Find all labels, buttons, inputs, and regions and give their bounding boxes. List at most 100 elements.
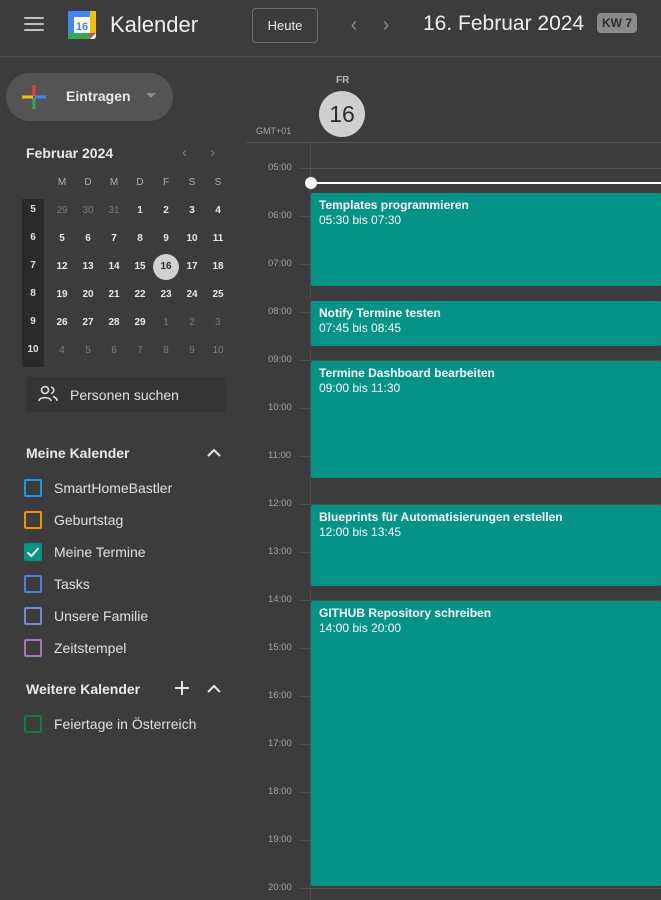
my-calendars-title: Meine Kalender xyxy=(26,445,130,461)
mini-calendar-day[interactable]: 9 xyxy=(153,226,179,252)
mini-next-month-icon[interactable]: › xyxy=(210,144,215,161)
weekday-header: F xyxy=(162,177,170,188)
mini-calendar-day[interactable]: 12 xyxy=(49,254,75,280)
today-button[interactable]: Heute xyxy=(252,8,318,43)
mini-calendar-day[interactable]: 11 xyxy=(205,226,231,252)
mini-calendar-day[interactable]: 18 xyxy=(205,254,231,280)
mini-calendar-day[interactable]: 7 xyxy=(127,338,153,364)
week-number[interactable]: 8 xyxy=(22,288,44,299)
week-number[interactable]: 9 xyxy=(22,316,44,327)
current-time-line xyxy=(310,182,661,184)
mini-calendar-day[interactable]: 28 xyxy=(101,310,127,336)
mini-calendar-day[interactable]: 4 xyxy=(205,198,231,224)
mini-calendar-day[interactable]: 6 xyxy=(101,338,127,364)
mini-calendar-week: 6 5 6 7 8 9 10 11 xyxy=(22,226,232,254)
mini-calendar-day-selected[interactable]: 16 xyxy=(153,254,179,280)
calendar-event[interactable]: GITHUB Repository schreiben 14:00 bis 20:… xyxy=(311,601,661,886)
hour-label: 16:00 xyxy=(268,690,292,701)
mini-calendar-day[interactable]: 5 xyxy=(75,338,101,364)
mini-calendar-day[interactable]: 23 xyxy=(153,282,179,308)
mini-calendar-day[interactable]: 3 xyxy=(179,198,205,224)
calendar-item[interactable]: Meine Termine xyxy=(24,541,224,563)
mini-calendar-day[interactable]: 14 xyxy=(101,254,127,280)
week-number[interactable]: 6 xyxy=(22,232,44,243)
calendar-item[interactable]: Tasks xyxy=(24,573,224,595)
collapse-my-calendars-icon[interactable] xyxy=(207,448,221,458)
main-menu-icon[interactable] xyxy=(24,17,44,33)
calendar-item[interactable]: SmartHomeBastler xyxy=(24,477,224,499)
mini-calendar-day[interactable]: 2 xyxy=(153,198,179,224)
people-search-label: Personen suchen xyxy=(70,387,179,403)
mini-calendar-day[interactable]: 10 xyxy=(205,338,231,364)
next-day-icon[interactable]: › xyxy=(377,14,395,37)
event-time: 05:30 bis 07:30 xyxy=(319,213,402,227)
mini-calendar-week: 8 19 20 21 22 23 24 25 xyxy=(22,282,232,310)
checkbox-icon[interactable] xyxy=(24,575,42,593)
calendar-event[interactable]: Templates programmieren 05:30 bis 07:30 xyxy=(311,193,661,286)
mini-calendar-day[interactable]: 24 xyxy=(179,282,205,308)
previous-day-icon[interactable]: ‹ xyxy=(345,14,363,37)
calendar-event[interactable]: Termine Dashboard bearbeiten 09:00 bis 11… xyxy=(311,361,661,478)
calendar-item[interactable]: Zeitstempel xyxy=(24,637,224,659)
checkbox-icon[interactable] xyxy=(24,715,42,733)
calendar-label: Unsere Familie xyxy=(54,608,149,624)
people-search-field[interactable]: Personen suchen xyxy=(26,377,226,412)
checkbox-icon[interactable] xyxy=(24,607,42,625)
calendar-item[interactable]: Feiertage in Österreich xyxy=(24,713,224,735)
calendar-event[interactable]: Blueprints für Automatisierungen erstell… xyxy=(311,505,661,586)
calendar-item[interactable]: Geburtstag xyxy=(24,509,224,531)
day-number[interactable]: 16 xyxy=(319,91,365,137)
mini-calendar-day[interactable]: 8 xyxy=(127,226,153,252)
mini-calendar-day[interactable]: 7 xyxy=(101,226,127,252)
mini-calendar-day[interactable]: 8 xyxy=(153,338,179,364)
mini-calendar-day[interactable]: 21 xyxy=(101,282,127,308)
mini-calendar-day[interactable]: 30 xyxy=(75,198,101,224)
mini-calendar-day[interactable]: 29 xyxy=(49,198,75,224)
collapse-other-calendars-icon[interactable] xyxy=(207,684,221,694)
mini-prev-month-icon[interactable]: ‹ xyxy=(182,144,187,161)
mini-calendar-day[interactable]: 13 xyxy=(75,254,101,280)
add-calendar-icon[interactable] xyxy=(175,681,189,695)
mini-calendar-day[interactable]: 9 xyxy=(179,338,205,364)
calendar-logo-icon: 16 xyxy=(68,11,96,39)
mini-calendar-day[interactable]: 2 xyxy=(179,310,205,336)
checkbox-icon[interactable] xyxy=(24,479,42,497)
event-time: 09:00 bis 11:30 xyxy=(319,381,401,395)
week-number[interactable]: 10 xyxy=(22,344,44,355)
hour-label: 13:00 xyxy=(268,546,292,557)
hour-label: 12:00 xyxy=(268,498,292,509)
mini-calendar-day[interactable]: 5 xyxy=(49,226,75,252)
mini-calendar-day[interactable]: 15 xyxy=(127,254,153,280)
mini-calendar-day[interactable]: 1 xyxy=(127,198,153,224)
checkbox-checked-icon[interactable] xyxy=(24,543,42,561)
weekday-header: S xyxy=(188,177,196,188)
week-number[interactable]: 5 xyxy=(22,204,44,215)
calendar-event[interactable]: Notify Termine testen 07:45 bis 08:45 xyxy=(311,301,661,346)
mini-calendar-day[interactable]: 3 xyxy=(205,310,231,336)
mini-calendar-day[interactable]: 20 xyxy=(75,282,101,308)
mini-calendar-day[interactable]: 10 xyxy=(179,226,205,252)
calendar-label: Geburtstag xyxy=(54,512,124,528)
mini-calendar-day[interactable]: 31 xyxy=(101,198,127,224)
mini-calendar-month: Februar 2024 xyxy=(26,145,114,161)
current-date-title: 16. Februar 2024 xyxy=(423,12,585,35)
calendar-item[interactable]: Unsere Familie xyxy=(24,605,224,627)
mini-calendar-day[interactable]: 27 xyxy=(75,310,101,336)
mini-calendar-day[interactable]: 29 xyxy=(127,310,153,336)
other-calendars-title: Weitere Kalender xyxy=(26,681,141,697)
checkbox-icon[interactable] xyxy=(24,511,42,529)
mini-calendar-day[interactable]: 22 xyxy=(127,282,153,308)
mini-calendar-day[interactable]: 19 xyxy=(49,282,75,308)
mini-calendar-day[interactable]: 6 xyxy=(75,226,101,252)
mini-calendar-day[interactable]: 4 xyxy=(49,338,75,364)
mini-calendar-day[interactable]: 26 xyxy=(49,310,75,336)
mini-calendar-day[interactable]: 1 xyxy=(153,310,179,336)
create-event-button[interactable]: Eintragen xyxy=(6,73,173,121)
hour-label: 05:00 xyxy=(268,162,292,173)
week-number[interactable]: 7 xyxy=(22,260,44,271)
mini-calendar-day[interactable]: 25 xyxy=(205,282,231,308)
hour-label: 14:00 xyxy=(268,594,292,605)
checkbox-icon[interactable] xyxy=(24,639,42,657)
mini-calendar-day[interactable]: 17 xyxy=(179,254,205,280)
app-title: Kalender xyxy=(110,12,199,37)
